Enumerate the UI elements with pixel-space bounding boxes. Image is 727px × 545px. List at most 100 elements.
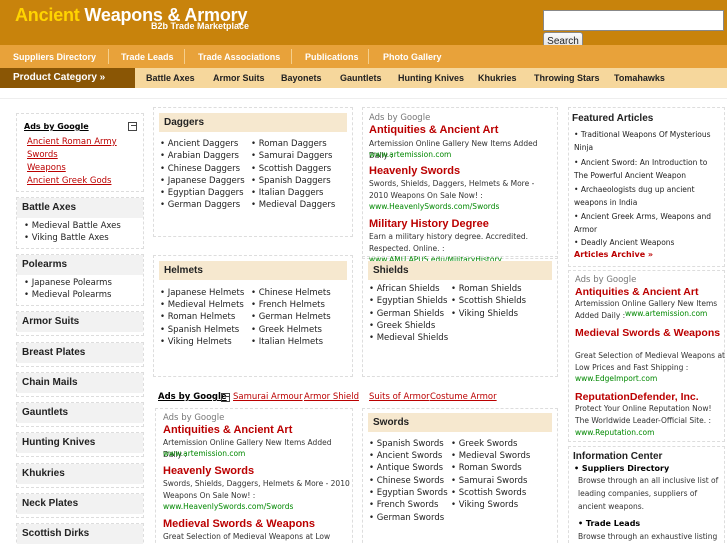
left-category-title[interactable]: Scottish Dirks — [17, 524, 143, 544]
sword-item[interactable]: Greek Swords — [451, 439, 518, 449]
sword-item[interactable]: Roman Swords — [451, 463, 522, 473]
ad-url[interactable]: www.artemission.com — [625, 309, 707, 318]
dagger-item[interactable]: Chinese Daggers — [160, 164, 240, 174]
shield-item[interactable]: German Shields — [369, 309, 444, 319]
helmet-item[interactable]: Medieval Helmets — [160, 300, 244, 310]
featured-article-link[interactable]: Ancient Sword: An Introduction to The Po… — [574, 156, 719, 182]
ads-line-link-armor-shield[interactable]: Armor Shield — [304, 392, 359, 402]
shield-item[interactable]: Egyptian Shields — [369, 296, 448, 306]
category-battle-axes[interactable]: Battle Axes — [146, 73, 195, 83]
ads-line-link-suits-of-armor[interactable]: Suits of Armor — [369, 392, 430, 402]
shield-item[interactable]: Roman Shields — [451, 284, 522, 294]
left-ad-link-swords[interactable]: Swords — [27, 150, 58, 160]
sword-item[interactable]: Ancient Swords — [369, 451, 443, 461]
sword-item[interactable]: Antique Swords — [369, 463, 443, 473]
daggers-title[interactable]: Daggers — [159, 113, 347, 132]
ads-line-link-costume-armor[interactable]: Costume Armor — [430, 392, 497, 402]
left-category-title[interactable]: Chain Mails — [17, 373, 143, 393]
sword-item[interactable]: German Swords — [369, 513, 444, 523]
nav-trade-leads[interactable]: Trade Leads — [121, 52, 174, 62]
left-category-title[interactable]: Khukries — [17, 464, 143, 484]
ad-choices-icon[interactable] — [128, 122, 137, 131]
left-category-title[interactable]: Armor Suits — [17, 312, 143, 332]
helmet-item[interactable]: French Helmets — [251, 300, 325, 310]
left-ad-link-roman-army[interactable]: Ancient Roman Army — [27, 137, 117, 147]
sword-item[interactable]: Chinese Swords — [369, 476, 444, 486]
sword-item[interactable]: Medieval Swords — [451, 451, 531, 461]
left-ad-link-weapons[interactable]: Weapons — [27, 163, 66, 173]
helmet-item[interactable]: Spanish Helmets — [160, 325, 240, 335]
articles-archive-link[interactable]: Articles Archive » — [574, 250, 653, 259]
helmet-item[interactable]: Greek Helmets — [251, 325, 322, 335]
nav-suppliers-directory[interactable]: Suppliers Directory — [13, 52, 96, 62]
sword-item[interactable]: Viking Swords — [451, 500, 518, 510]
featured-article-link[interactable]: Ancient Greek Arms, Weapons and Armor — [574, 210, 719, 236]
nav-photo-gallery[interactable]: Photo Gallery — [383, 52, 442, 62]
helmet-item[interactable]: Japanese Helmets — [160, 288, 245, 298]
left-category-title[interactable]: Breast Plates — [17, 343, 143, 363]
info-suppliers-directory-link[interactable]: Suppliers Directory — [574, 464, 669, 473]
ad-url[interactable]: www.artemission.com — [163, 449, 245, 458]
helmet-item[interactable]: German Helmets — [251, 312, 331, 322]
helmets-title[interactable]: Helmets — [159, 261, 347, 280]
ad-title[interactable]: Military History Degree — [369, 218, 489, 230]
featured-article-link[interactable]: Archaeologists dug up ancient weapons in… — [574, 183, 719, 209]
ad-url[interactable]: www.Reputation.com — [575, 428, 654, 437]
ad-choices-icon[interactable] — [221, 393, 230, 402]
sword-item[interactable]: Spanish Swords — [369, 439, 444, 449]
helmet-item[interactable]: Italian Helmets — [251, 337, 323, 347]
helmet-item[interactable]: Roman Helmets — [160, 312, 236, 322]
ad-title[interactable]: Heavenly Swords — [369, 165, 460, 177]
swords-title[interactable]: Swords — [368, 413, 552, 432]
ad-url[interactable]: www.EdgeImport.com — [575, 374, 657, 383]
ad-title[interactable]: Antiquities & Ancient Art — [575, 286, 725, 298]
nav-publications[interactable]: Publications — [305, 52, 359, 62]
dagger-item[interactable]: Italian Daggers — [251, 188, 324, 198]
category-gauntlets[interactable]: Gauntlets — [340, 73, 382, 83]
featured-article-link[interactable]: Deadly Ancient Weapons — [574, 236, 719, 249]
left-ads-title[interactable]: Ads by Google — [24, 122, 89, 131]
left-category-title[interactable]: Polearms — [17, 255, 143, 275]
dagger-item[interactable]: Japanese Daggers — [160, 176, 245, 186]
ad-url[interactable]: www.artemission.com — [369, 150, 451, 159]
dagger-item[interactable]: Spanish Daggers — [251, 176, 331, 186]
ad-url[interactable]: www.HeavenlySwords.com/Swords — [163, 502, 293, 511]
left-subcategory-item[interactable]: Medieval Battle Axes — [17, 220, 143, 232]
shields-title[interactable]: Shields — [368, 261, 552, 280]
ads-line-title[interactable]: Ads by Google — [158, 392, 227, 402]
left-subcategory-item[interactable]: Medieval Polearms — [17, 289, 143, 301]
ad-title[interactable]: Antiquities & Ancient Art — [369, 124, 498, 136]
dagger-item[interactable]: Scottish Daggers — [251, 164, 332, 174]
ads-line-link-samurai-armour[interactable]: Samurai Armour — [233, 392, 303, 402]
ad-title[interactable]: Medieval Swords & Weapons — [163, 518, 315, 530]
left-category-title[interactable]: Hunting Knives — [17, 433, 143, 453]
dagger-item[interactable]: Roman Daggers — [251, 139, 327, 149]
dagger-item[interactable]: Samurai Daggers — [251, 151, 333, 161]
category-bayonets[interactable]: Bayonets — [281, 73, 322, 83]
dagger-item[interactable]: Arabian Daggers — [160, 151, 239, 161]
left-category-title[interactable]: Battle Axes — [17, 198, 143, 218]
shield-item[interactable]: Scottish Shields — [451, 296, 526, 306]
ad-title[interactable]: Heavenly Swords — [163, 465, 254, 477]
category-hunting-knives[interactable]: Hunting Knives — [398, 73, 464, 83]
shield-item[interactable]: Medieval Shields — [369, 333, 448, 343]
dagger-item[interactable]: Ancient Daggers — [160, 139, 239, 149]
shield-item[interactable]: African Shields — [369, 284, 440, 294]
nav-trade-associations[interactable]: Trade Associations — [198, 52, 280, 62]
sword-item[interactable]: Samurai Swords — [451, 476, 528, 486]
helmet-item[interactable]: Chinese Helmets — [251, 288, 331, 298]
left-subcategory-item[interactable]: Viking Battle Axes — [17, 232, 143, 244]
ad-title[interactable]: ReputationDefender, Inc. — [575, 391, 725, 403]
search-input[interactable] — [543, 10, 724, 31]
left-category-title[interactable]: Gauntlets — [17, 403, 143, 423]
category-throwing-stars[interactable]: Throwing Stars — [534, 73, 600, 83]
sword-item[interactable]: French Swords — [369, 500, 439, 510]
category-khukries[interactable]: Khukries — [478, 73, 517, 83]
featured-article-link[interactable]: Traditional Weapons Of Mysterious Ninja — [574, 128, 719, 154]
ad-title[interactable]: Medieval Swords & Weapons — [575, 327, 725, 339]
info-trade-leads-link[interactable]: Trade Leads — [578, 519, 640, 528]
left-subcategory-item[interactable]: Japanese Polearms — [17, 277, 143, 289]
product-category-label[interactable]: Product Category » — [0, 68, 135, 88]
shield-item[interactable]: Viking Shields — [451, 309, 518, 319]
ad-title[interactable]: Antiquities & Ancient Art — [163, 424, 292, 436]
